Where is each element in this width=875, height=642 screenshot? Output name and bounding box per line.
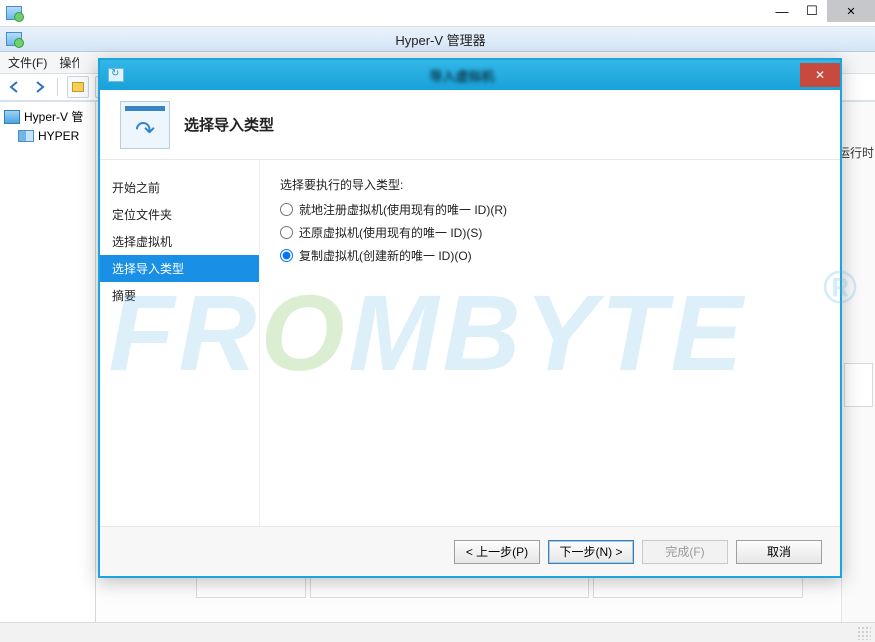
- wizard-heading: 选择导入类型: [184, 114, 274, 135]
- import-type-radiogroup: 就地注册虚拟机(使用现有的唯一 ID)(R) 还原虚拟机(使用现有的唯一 ID)…: [280, 201, 820, 264]
- step-locate-folder[interactable]: 定位文件夹: [100, 201, 259, 228]
- radio-register-inplace-input[interactable]: [280, 203, 293, 216]
- dialog-title: 导入虚拟机: [124, 66, 800, 85]
- finish-button[interactable]: 完成(F): [642, 540, 728, 564]
- radio-restore-input[interactable]: [280, 226, 293, 239]
- wizard-icon: ↷: [120, 101, 170, 149]
- wizard-header: ↷ 选择导入类型: [100, 90, 840, 160]
- step-summary[interactable]: 摘要: [100, 282, 259, 309]
- import-wizard-dialog: 导入虚拟机 ✕ ↷ 选择导入类型 开始之前 定位文件夹 选择虚拟机 选择导入类型…: [98, 58, 842, 578]
- radio-restore[interactable]: 还原虚拟机(使用现有的唯一 ID)(S): [280, 224, 820, 241]
- radio-register-inplace[interactable]: 就地注册虚拟机(使用现有的唯一 ID)(R): [280, 201, 820, 218]
- cancel-button[interactable]: 取消: [736, 540, 822, 564]
- next-button[interactable]: 下一步(N) >: [548, 540, 634, 564]
- radio-restore-label: 还原虚拟机(使用现有的唯一 ID)(S): [299, 224, 482, 241]
- step-before-begin[interactable]: 开始之前: [100, 174, 259, 201]
- radio-copy-input[interactable]: [280, 249, 293, 262]
- dialog-icon: [108, 68, 124, 82]
- step-select-vm[interactable]: 选择虚拟机: [100, 228, 259, 255]
- step-import-type[interactable]: 选择导入类型: [100, 255, 259, 282]
- back-button[interactable]: < 上一步(P): [454, 540, 540, 564]
- radio-register-inplace-label: 就地注册虚拟机(使用现有的唯一 ID)(R): [299, 201, 507, 218]
- import-type-prompt: 选择要执行的导入类型:: [280, 176, 820, 193]
- dialog-titlebar: 导入虚拟机 ✕: [100, 60, 840, 90]
- radio-copy[interactable]: 复制虚拟机(创建新的唯一 ID)(O): [280, 247, 820, 264]
- wizard-footer: < 上一步(P) 下一步(N) > 完成(F) 取消: [100, 526, 840, 576]
- wizard-content: 选择要执行的导入类型: 就地注册虚拟机(使用现有的唯一 ID)(R) 还原虚拟机…: [260, 160, 840, 526]
- wizard-steps: 开始之前 定位文件夹 选择虚拟机 选择导入类型 摘要: [100, 160, 260, 526]
- radio-copy-label: 复制虚拟机(创建新的唯一 ID)(O): [299, 247, 472, 264]
- dialog-close-button[interactable]: ✕: [800, 63, 840, 87]
